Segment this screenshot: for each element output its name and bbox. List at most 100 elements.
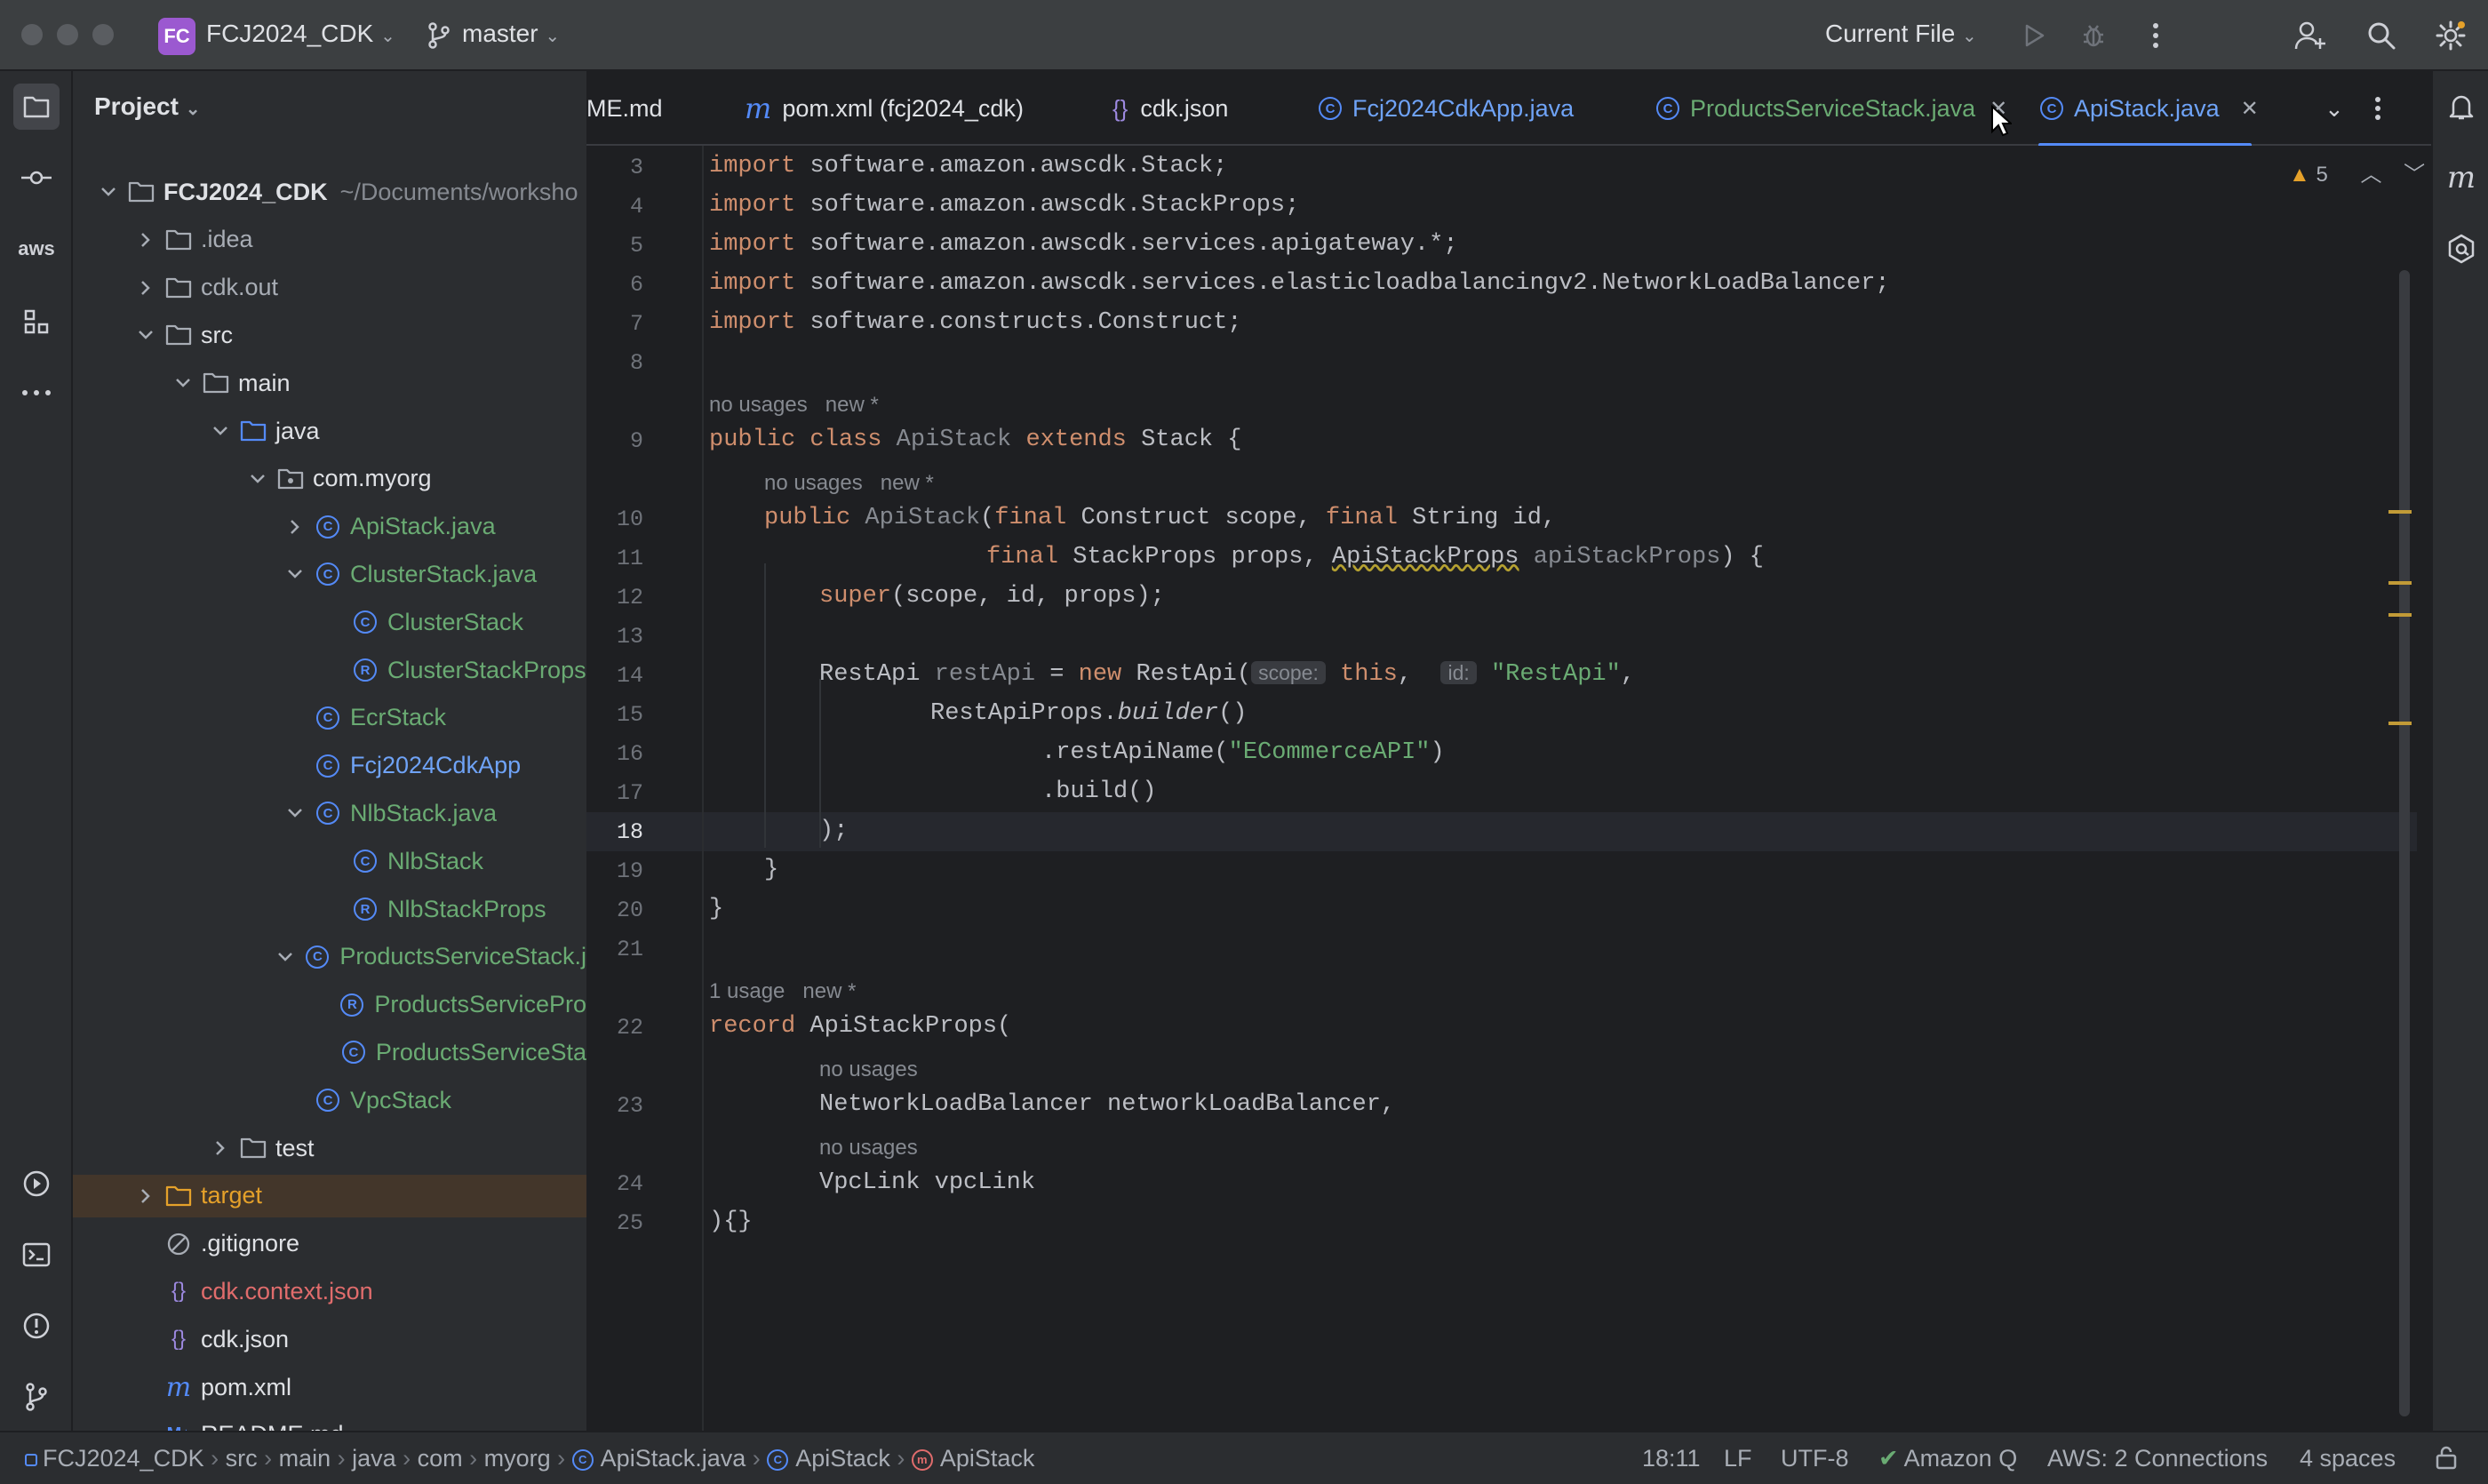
- chevron-down-icon[interactable]: [275, 946, 295, 968]
- chevron-right-icon[interactable]: [135, 229, 156, 251]
- breadcrumb-item[interactable]: java: [352, 1445, 396, 1472]
- more-actions-icon[interactable]: [2136, 16, 2175, 55]
- chevron-down-icon[interactable]: [247, 468, 268, 490]
- debug-icon[interactable]: [2074, 16, 2113, 55]
- chevron-down-icon[interactable]: [172, 372, 194, 394]
- tab-pom-xml[interactable]: m pom.xml (fcj2024_cdk): [745, 71, 1024, 146]
- usage-hint[interactable]: 1 usage new *: [709, 979, 856, 1004]
- breadcrumb-item[interactable]: com: [418, 1445, 463, 1472]
- notifications-bell-icon[interactable]: [2438, 84, 2484, 130]
- project-switcher[interactable]: FCJ2024_CDK ⌄: [206, 20, 395, 48]
- line-separator[interactable]: LF: [1724, 1445, 1752, 1472]
- branch-switcher[interactable]: master ⌄: [462, 20, 560, 48]
- close-window-button[interactable]: [21, 24, 43, 45]
- chevron-right-icon[interactable]: [284, 516, 306, 538]
- tree-item[interactable]: C Fcj2024CdkApp: [73, 745, 586, 787]
- tree-item[interactable]: C EcrStack: [73, 697, 586, 739]
- tab-fcj2024cdkapp[interactable]: C Fcj2024CdkApp.java: [1317, 71, 1574, 146]
- aws-toolkit-icon[interactable]: aws: [13, 226, 60, 272]
- chevron-down-icon[interactable]: [210, 420, 231, 442]
- indent-setting[interactable]: 4 spaces: [2300, 1445, 2396, 1472]
- minimize-window-button[interactable]: [57, 24, 78, 45]
- tree-item[interactable]: m pom.xml: [73, 1366, 586, 1408]
- problems-icon[interactable]: [13, 1303, 60, 1349]
- warning-stripe-marker[interactable]: [2388, 722, 2412, 725]
- tree-item[interactable]: test: [73, 1127, 586, 1169]
- tree-item[interactable]: C ClusterStack.java: [73, 553, 586, 595]
- caret-position[interactable]: 18:11: [1642, 1445, 1701, 1472]
- code-editor[interactable]: ▲ 5 ︿ ﹀ 3 4 5 6 7 8 9 10 11 12 13 14 15 16 17 18 19 20 21 2…: [586, 146, 2431, 1431]
- amazon-q-status[interactable]: ✔ Amazon Q: [1878, 1445, 2017, 1472]
- commit-icon[interactable]: [13, 155, 60, 201]
- usage-hint[interactable]: no usages: [819, 1057, 918, 1082]
- breadcrumb-item[interactable]: C ApiStack: [767, 1445, 890, 1472]
- structure-icon[interactable]: [13, 299, 60, 345]
- tree-item[interactable]: java: [73, 410, 586, 452]
- inspection-widget[interactable]: ▲ 5 ︿ ﹀: [2289, 156, 2425, 187]
- project-badge[interactable]: FC: [158, 18, 195, 55]
- tree-item[interactable]: {} cdk.context.json: [73, 1270, 586, 1312]
- file-encoding[interactable]: UTF-8: [1781, 1445, 1849, 1472]
- breadcrumb-item[interactable]: FCJ2024_CDK: [25, 1445, 204, 1472]
- git-icon[interactable]: [13, 1374, 60, 1420]
- tree-item[interactable]: {} cdk.json: [73, 1318, 586, 1360]
- warning-stripe-marker[interactable]: [2388, 510, 2412, 514]
- aws-connections[interactable]: AWS: 2 Connections: [2047, 1445, 2268, 1472]
- chevron-down-icon[interactable]: [98, 181, 119, 203]
- usage-hint[interactable]: no usages new *: [709, 393, 879, 418]
- amazon-q-icon[interactable]: [2438, 226, 2484, 272]
- search-icon[interactable]: [2362, 16, 2401, 55]
- tree-item[interactable]: M↓ README.md: [73, 1414, 586, 1431]
- settings-gear-icon[interactable]: [2431, 16, 2470, 55]
- tree-item[interactable]: C ProductsServiceStack.j: [73, 936, 586, 978]
- zoom-window-button[interactable]: [92, 24, 114, 45]
- chevron-right-icon[interactable]: [135, 1185, 156, 1207]
- tree-item[interactable]: R NlbStackProps: [73, 888, 586, 930]
- project-panel-title[interactable]: Project ⌄: [94, 92, 200, 121]
- readonly-lock-icon[interactable]: [2435, 1445, 2458, 1476]
- tree-item[interactable]: C ClusterStack: [73, 601, 586, 643]
- run-icon[interactable]: [2015, 16, 2054, 55]
- chevron-down-icon[interactable]: [284, 802, 306, 824]
- chevron-right-icon[interactable]: [135, 277, 156, 299]
- chevron-down-icon[interactable]: [135, 324, 156, 346]
- services-run-icon[interactable]: [13, 1161, 60, 1207]
- tree-item[interactable]: C ApiStack.java: [73, 506, 586, 548]
- tree-item[interactable]: cdk.out: [73, 267, 586, 309]
- tree-item[interactable]: R ClusterStackProps: [73, 649, 586, 691]
- usage-hint[interactable]: no usages: [819, 1136, 918, 1161]
- breadcrumb-item[interactable]: main: [279, 1445, 331, 1472]
- tree-item[interactable]: C ProductsServiceSta: [73, 1031, 586, 1073]
- maven-icon[interactable]: m: [2438, 155, 2484, 201]
- usage-hint[interactable]: no usages new *: [764, 471, 934, 496]
- tree-item[interactable]: src: [73, 314, 586, 356]
- tree-item[interactable]: main: [73, 362, 586, 404]
- tree-item[interactable]: .gitignore: [73, 1223, 586, 1265]
- tree-item[interactable]: com.myorg: [73, 458, 586, 500]
- tree-item[interactable]: C NlbStack: [73, 840, 586, 882]
- project-folder-icon[interactable]: [13, 84, 60, 130]
- tree-item[interactable]: C VpcStack: [73, 1079, 586, 1121]
- tab-products-service-stack[interactable]: C ProductsServiceStack.java ✕: [1655, 71, 2007, 146]
- tree-item[interactable]: target: [73, 1174, 586, 1217]
- close-tab-icon[interactable]: ✕: [2241, 96, 2259, 122]
- breadcrumb-item[interactable]: myorg: [484, 1445, 551, 1472]
- tree-item[interactable]: R ProductsServicePro: [73, 984, 586, 1026]
- next-highlight-icon[interactable]: ﹀: [2404, 163, 2425, 187]
- vertical-scrollbar[interactable]: [2399, 270, 2410, 1416]
- tree-item[interactable]: .idea: [73, 219, 586, 261]
- run-config-selector[interactable]: Current File ⌄: [1825, 20, 1977, 48]
- tree-item[interactable]: C NlbStack.java: [73, 792, 586, 834]
- breadcrumb-item[interactable]: src: [226, 1445, 258, 1472]
- tab-options-icon[interactable]: [2374, 71, 2381, 146]
- breadcrumb-item[interactable]: C ApiStack.java: [571, 1445, 746, 1472]
- tab-apistack[interactable]: C ApiStack.java ✕: [2038, 71, 2259, 148]
- tree-root[interactable]: FCJ2024_CDK ~/Documents/worksho: [73, 171, 586, 213]
- tab-list-chevron-icon[interactable]: ⌄: [2325, 71, 2344, 146]
- tab-readme[interactable]: ME.md: [586, 71, 663, 146]
- previous-highlight-icon[interactable]: ︿: [2360, 163, 2381, 187]
- more-tools-icon[interactable]: [13, 370, 60, 416]
- chevron-down-icon[interactable]: [284, 563, 306, 585]
- chevron-right-icon[interactable]: [210, 1137, 231, 1159]
- add-user-icon[interactable]: [2291, 16, 2330, 55]
